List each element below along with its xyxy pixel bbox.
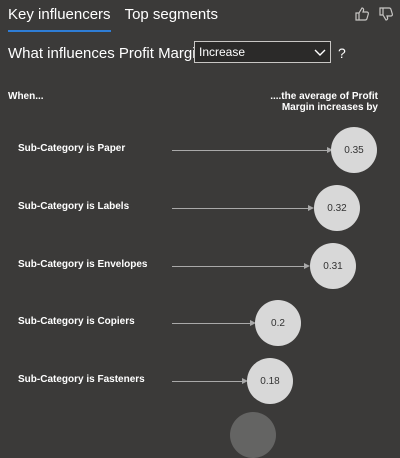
column-header-average-line1: ....the average of Profit bbox=[270, 91, 378, 102]
question-prefix: What influences Profit Margin to bbox=[8, 45, 221, 62]
feedback-icons bbox=[354, 6, 394, 22]
influencer-label: Sub-Category is Envelopes bbox=[18, 259, 148, 270]
connector-line bbox=[172, 381, 242, 382]
chevron-down-icon bbox=[314, 47, 326, 61]
help-mark[interactable]: ? bbox=[338, 45, 346, 61]
influence-bubble[interactable]: 0.31 bbox=[310, 243, 356, 289]
influencer-label: Sub-Category is Fasteners bbox=[18, 374, 145, 385]
influence-bubble[interactable]: 0.32 bbox=[314, 185, 360, 231]
tab-bar: Key influencers Top segments bbox=[8, 6, 218, 32]
column-header-average: ....the average of Profit Margin increas… bbox=[258, 91, 378, 113]
column-header-average-line2: Margin increases by bbox=[281, 102, 378, 113]
connector-line bbox=[172, 266, 304, 267]
influencer-row[interactable]: Sub-Category is Copiers 0.2 bbox=[0, 300, 400, 346]
influencer-row[interactable]: Sub-Category is Labels 0.32 bbox=[0, 185, 400, 231]
influencer-label: Sub-Category is Labels bbox=[18, 201, 130, 212]
influence-bubble[interactable]: 0.18 bbox=[247, 358, 293, 404]
outcome-dropdown-value: Increase bbox=[199, 45, 246, 59]
connector-line bbox=[172, 150, 327, 151]
influence-bubble[interactable]: 0.2 bbox=[255, 300, 301, 346]
next-influence-bubble bbox=[230, 412, 276, 458]
influencer-row[interactable]: Sub-Category is Envelopes 0.31 bbox=[0, 243, 400, 289]
outcome-dropdown[interactable]: Increase bbox=[194, 41, 331, 63]
tab-key-influencers[interactable]: Key influencers bbox=[8, 6, 111, 32]
tab-top-segments[interactable]: Top segments bbox=[125, 6, 218, 32]
influence-bubble[interactable]: 0.35 bbox=[331, 127, 377, 173]
influencer-label: Sub-Category is Paper bbox=[18, 143, 126, 154]
influencer-row[interactable]: Sub-Category is Paper 0.35 bbox=[0, 127, 400, 173]
thumbs-up-icon[interactable] bbox=[354, 6, 370, 22]
influencer-row[interactable]: Sub-Category is Fasteners 0.18 bbox=[0, 358, 400, 404]
thumbs-down-icon[interactable] bbox=[378, 6, 394, 22]
connector-line bbox=[172, 323, 250, 324]
influencer-label: Sub-Category is Copiers bbox=[18, 316, 135, 327]
connector-line bbox=[172, 208, 308, 209]
column-header-when: When... bbox=[8, 91, 44, 102]
